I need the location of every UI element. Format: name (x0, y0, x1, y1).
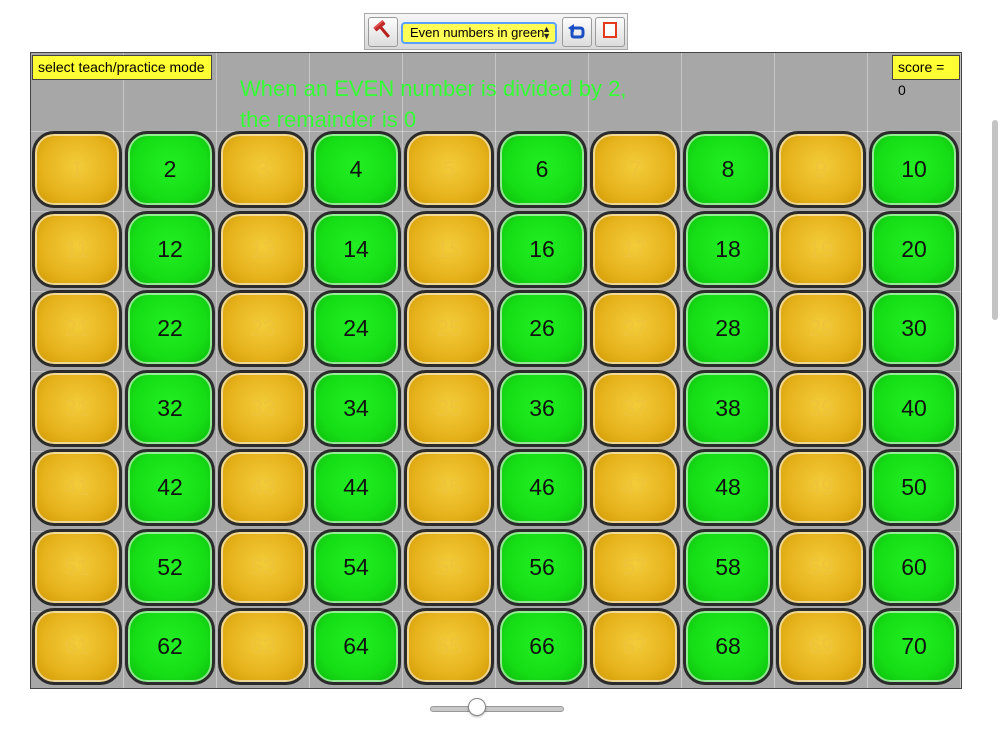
number-tile[interactable]: 12 (125, 210, 215, 288)
undo-button[interactable] (562, 17, 592, 47)
number-tile[interactable]: 14 (311, 210, 401, 288)
number-tile[interactable]: 30 (869, 290, 959, 367)
number-tile[interactable]: 56 (497, 528, 587, 606)
number-tile[interactable]: 62 (125, 608, 215, 685)
hammer-icon (372, 19, 394, 46)
number-tile[interactable]: 51 (32, 528, 122, 606)
hammer-button[interactable] (368, 17, 398, 47)
number-tile[interactable]: 13 (218, 210, 308, 288)
number-tile[interactable]: 4 (311, 131, 401, 208)
number-tile[interactable]: 21 (32, 290, 122, 367)
number-tile[interactable]: 68 (683, 608, 773, 685)
number-tile[interactable]: 33 (218, 369, 308, 447)
number-tile[interactable]: 16 (497, 210, 587, 288)
number-tile[interactable]: 20 (869, 210, 959, 288)
number-tile[interactable]: 5 (404, 131, 494, 208)
instruction-line-1: When an EVEN number is divided by 2, (240, 76, 627, 101)
number-tile[interactable]: 38 (683, 369, 773, 447)
number-tile[interactable]: 36 (497, 369, 587, 447)
stop-icon (599, 19, 621, 46)
number-tile[interactable]: 61 (32, 608, 122, 685)
number-tile[interactable]: 1 (32, 131, 122, 208)
number-tile[interactable]: 50 (869, 449, 959, 526)
number-tile[interactable]: 47 (590, 449, 680, 526)
number-tile[interactable]: 39 (776, 369, 866, 447)
number-tile[interactable]: 58 (683, 528, 773, 606)
toolbar: Even numbers in green ▲ ▼ (364, 13, 628, 50)
number-tile[interactable]: 45 (404, 449, 494, 526)
number-tile[interactable]: 52 (125, 528, 215, 606)
number-tile[interactable]: 66 (497, 608, 587, 685)
number-tile[interactable]: 23 (218, 290, 308, 367)
number-tile[interactable]: 70 (869, 608, 959, 685)
number-tile[interactable]: 25 (404, 290, 494, 367)
number-tile[interactable]: 24 (311, 290, 401, 367)
number-tile[interactable]: 41 (32, 449, 122, 526)
number-tile[interactable]: 7 (590, 131, 680, 208)
number-tile[interactable]: 29 (776, 290, 866, 367)
mode-select[interactable]: Even numbers in green ▲ ▼ (401, 22, 557, 44)
number-tile[interactable]: 35 (404, 369, 494, 447)
page-scrollbar[interactable] (992, 120, 998, 320)
number-tile[interactable]: 19 (776, 210, 866, 288)
number-tile[interactable]: 34 (311, 369, 401, 447)
number-grid: 1 2 3 4 5 6 7 8 9 10 11 12 13 14 15 16 17 18 19 20 21 22 23 24 2… (32, 131, 961, 687)
number-tile[interactable]: 69 (776, 608, 866, 685)
number-tile[interactable]: 3 (218, 131, 308, 208)
number-tile[interactable]: 37 (590, 369, 680, 447)
number-tile[interactable]: 8 (683, 131, 773, 208)
number-tile[interactable]: 28 (683, 290, 773, 367)
mode-select-value: Even numbers in green (410, 25, 545, 40)
select-arrows-icon: ▲ ▼ (542, 24, 551, 41)
instruction-text: When an EVEN number is divided by 2, the… (240, 73, 660, 135)
number-tile[interactable]: 65 (404, 608, 494, 685)
number-tile[interactable]: 31 (32, 369, 122, 447)
number-tile[interactable]: 59 (776, 528, 866, 606)
number-tile[interactable]: 44 (311, 449, 401, 526)
number-tile[interactable]: 26 (497, 290, 587, 367)
number-tile[interactable]: 27 (590, 290, 680, 367)
number-tile[interactable]: 40 (869, 369, 959, 447)
number-tile[interactable]: 17 (590, 210, 680, 288)
number-tile[interactable]: 49 (776, 449, 866, 526)
number-tile[interactable]: 18 (683, 210, 773, 288)
zoom-slider-thumb[interactable] (467, 698, 486, 716)
number-tile[interactable]: 63 (218, 608, 308, 685)
number-tile[interactable]: 42 (125, 449, 215, 526)
number-tile[interactable]: 67 (590, 608, 680, 685)
number-tile[interactable]: 57 (590, 528, 680, 606)
mode-label[interactable]: select teach/practice mode (32, 55, 212, 80)
number-tile[interactable]: 11 (32, 210, 122, 288)
number-tile[interactable]: 9 (776, 131, 866, 208)
stop-button[interactable] (595, 17, 625, 47)
number-tile[interactable]: 6 (497, 131, 587, 208)
number-tile[interactable]: 53 (218, 528, 308, 606)
number-tile[interactable]: 22 (125, 290, 215, 367)
number-tile[interactable]: 43 (218, 449, 308, 526)
number-tile[interactable]: 60 (869, 528, 959, 606)
number-tile[interactable]: 55 (404, 528, 494, 606)
number-tile[interactable]: 10 (869, 131, 959, 208)
number-tile[interactable]: 64 (311, 608, 401, 685)
game-stage: select teach/practice mode score = 0 Whe… (30, 52, 962, 689)
number-tile[interactable]: 32 (125, 369, 215, 447)
number-tile[interactable]: 15 (404, 210, 494, 288)
score-label: score = 0 (892, 55, 960, 98)
number-tile[interactable]: 54 (311, 528, 401, 606)
number-tile[interactable]: 46 (497, 449, 587, 526)
number-tile[interactable]: 48 (683, 449, 773, 526)
number-tile[interactable]: 2 (125, 131, 215, 208)
zoom-slider-track[interactable] (430, 706, 564, 712)
undo-icon (566, 19, 588, 46)
